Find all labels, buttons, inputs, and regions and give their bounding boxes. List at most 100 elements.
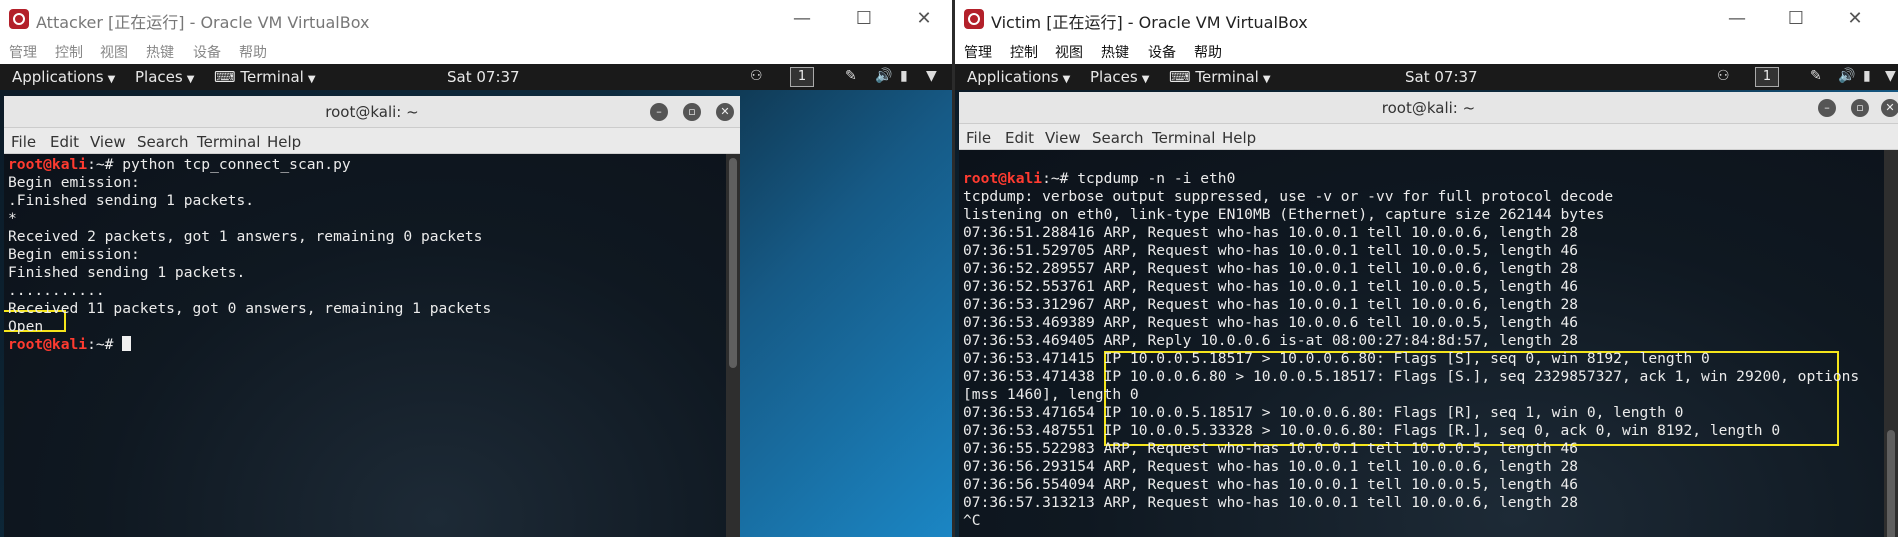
menu-edit[interactable]: Edit: [50, 133, 79, 151]
minimize-icon[interactable]: –: [1818, 99, 1836, 117]
prompt-suffix: :~#: [1042, 170, 1069, 187]
terminal-text: Finished sending 1 packets.: [8, 264, 246, 281]
terminal-line: 07:36:53.471415 IP 10.0.0.5.18517 > 10.0…: [963, 350, 1710, 368]
terminal-text: 07:36:56.554094 ARP, Request who-has 10.…: [963, 476, 1579, 493]
window-titlebar[interactable]: Victim [正在运行] - Oracle VM VirtualBox — ☐…: [955, 0, 1898, 38]
chevron-down-icon: ▼: [107, 74, 116, 85]
attacker-vm-window: Attacker [正在运行] - Oracle VM VirtualBox —…: [0, 0, 952, 537]
maximize-icon[interactable]: ▫: [1851, 99, 1869, 117]
menu-manage[interactable]: 管理: [9, 42, 37, 62]
pen-icon[interactable]: ✎: [845, 68, 857, 84]
chevron-down-icon: ▼: [1141, 74, 1150, 85]
minimize-button[interactable]: —: [780, 4, 824, 34]
terminal-scrollbar[interactable]: [726, 154, 740, 537]
terminal-output[interactable]: root@kali:~# tcpdump -n -i eth0 tcpdump: …: [959, 150, 1884, 537]
menu-help[interactable]: 帮助: [239, 42, 267, 62]
terminal-line: 07:36:53.469389 ARP, Request who-has 10.…: [963, 314, 1578, 332]
close-button[interactable]: ✕: [902, 4, 946, 34]
scroll-thumb[interactable]: [729, 158, 737, 368]
terminal-app-menu[interactable]: ⌨ Terminal ▼: [214, 68, 316, 86]
terminal-text: 07:36:51.288416 ARP, Request who-has 10.…: [963, 224, 1579, 241]
terminal-titlebar[interactable]: root@kali: ~ – ▫ ✕: [4, 96, 740, 128]
places-menu[interactable]: Places ▼: [135, 68, 194, 86]
menu-search[interactable]: Search: [137, 133, 189, 151]
maximize-button[interactable]: ☐: [842, 4, 886, 34]
menu-edit[interactable]: Edit: [1005, 129, 1034, 147]
menu-help[interactable]: Help: [267, 133, 301, 151]
terminal-text: *: [8, 210, 17, 227]
close-button[interactable]: ✕: [1833, 4, 1877, 34]
menu-search[interactable]: Search: [1092, 129, 1144, 147]
menu-hotkey[interactable]: 热键: [146, 42, 174, 62]
terminal-text: 07:36:51.529705 ARP, Request who-has 10.…: [963, 242, 1579, 259]
terminal-text: python tcp_connect_scan.py: [113, 156, 351, 173]
menu-help[interactable]: 帮助: [1194, 42, 1222, 62]
workspace-indicator[interactable]: 1: [790, 67, 814, 87]
chevron-down-icon: ▼: [1262, 74, 1271, 85]
menu-manage[interactable]: 管理: [964, 42, 992, 62]
terminal-text: 07:36:53.471415 IP 10.0.0.5.18517 > 10.0…: [963, 350, 1710, 367]
minimize-icon[interactable]: –: [650, 103, 668, 121]
network-icon[interactable]: ⚇: [1717, 68, 1730, 84]
menu-control[interactable]: 控制: [1010, 42, 1038, 62]
terminal-scrollbar[interactable]: [1884, 150, 1898, 537]
applications-menu[interactable]: Applications ▼: [967, 68, 1070, 86]
scroll-thumb[interactable]: [1887, 430, 1895, 537]
terminal-line: 07:36:57.313213 ARP, Request who-has 10.…: [963, 494, 1578, 512]
clock[interactable]: Sat 07:37: [447, 68, 520, 86]
terminal-line: 07:36:52.553761 ARP, Request who-has 10.…: [963, 278, 1578, 296]
menu-devices[interactable]: 设备: [1148, 42, 1176, 62]
terminal-text: .Finished sending 1 packets.: [8, 192, 255, 209]
clock[interactable]: Sat 07:37: [1405, 68, 1478, 86]
menu-devices[interactable]: 设备: [193, 42, 221, 62]
menu-view[interactable]: 视图: [1055, 42, 1083, 62]
terminal-text: 07:36:53.471654 IP 10.0.0.5.18517 > 10.0…: [963, 404, 1684, 421]
terminal-line: *: [8, 210, 17, 228]
terminal-app-menu[interactable]: ⌨ Terminal ▼: [1169, 68, 1271, 86]
menu-terminal[interactable]: Terminal: [197, 133, 260, 151]
terminal-text: 07:36:52.553761 ARP, Request who-has 10.…: [963, 278, 1579, 295]
terminal-line: ^C: [963, 512, 981, 530]
guest-top-panel: Applications ▼ Places ▼ ⌨ Terminal ▼ Sat 07…: [955, 64, 1898, 90]
pen-icon[interactable]: ✎: [1810, 68, 1822, 84]
terminal-line: ...........: [8, 282, 105, 300]
minimize-button[interactable]: —: [1715, 4, 1759, 34]
menu-terminal[interactable]: Terminal: [1152, 129, 1215, 147]
maximize-icon[interactable]: ▫: [683, 103, 701, 121]
menu-view[interactable]: View: [90, 133, 126, 151]
battery-icon[interactable]: ▮: [1863, 68, 1871, 84]
chevron-down-icon: ▼: [186, 74, 195, 85]
menu-help[interactable]: Help: [1222, 129, 1256, 147]
menu-hotkey[interactable]: 热键: [1101, 42, 1129, 62]
maximize-button[interactable]: ☐: [1774, 4, 1818, 34]
terminal-line: 07:36:55.522983 ARP, Request who-has 10.…: [963, 440, 1578, 458]
window-titlebar[interactable]: Attacker [正在运行] - Oracle VM VirtualBox —…: [0, 0, 952, 38]
volume-icon[interactable]: 🔊: [1838, 68, 1855, 84]
terminal-line: 07:36:53.312967 ARP, Request who-has 10.…: [963, 296, 1578, 314]
applications-menu[interactable]: Applications ▼: [12, 68, 115, 86]
terminal-text: Received 11 packets, got 0 answers, rema…: [8, 300, 492, 317]
chevron-down-icon[interactable]: ▼: [1885, 68, 1896, 84]
terminal-line: 07:36:51.288416 ARP, Request who-has 10.…: [963, 224, 1578, 242]
workspace-indicator[interactable]: 1: [1755, 67, 1779, 87]
volume-icon[interactable]: 🔊: [875, 68, 892, 84]
menu-control[interactable]: 控制: [55, 42, 83, 62]
close-icon[interactable]: ✕: [1881, 99, 1898, 117]
terminal-output[interactable]: root@kali:~# python tcp_connect_scan.py B…: [4, 154, 726, 537]
chevron-down-icon[interactable]: ▼: [926, 68, 937, 84]
close-icon[interactable]: ✕: [716, 103, 734, 121]
menu-file[interactable]: File: [11, 133, 36, 151]
terminal-window: root@kali: ~ – ▫ ✕ File Edit View Search…: [959, 92, 1898, 537]
battery-icon[interactable]: ▮: [900, 68, 908, 84]
places-menu[interactable]: Places ▼: [1090, 68, 1149, 86]
menu-file[interactable]: File: [966, 129, 991, 147]
terminal-titlebar[interactable]: root@kali: ~ – ▫ ✕: [959, 92, 1898, 124]
network-icon[interactable]: ⚇: [750, 68, 763, 84]
menu-view[interactable]: 视图: [100, 42, 128, 62]
window-title: Attacker [正在运行] - Oracle VM VirtualBox: [36, 13, 370, 32]
virtualbox-icon: [964, 9, 984, 29]
terminal-text: Open: [8, 318, 44, 335]
menu-view[interactable]: View: [1045, 129, 1081, 147]
terminal-text: 07:36:53.312967 ARP, Request who-has 10.…: [963, 296, 1579, 313]
